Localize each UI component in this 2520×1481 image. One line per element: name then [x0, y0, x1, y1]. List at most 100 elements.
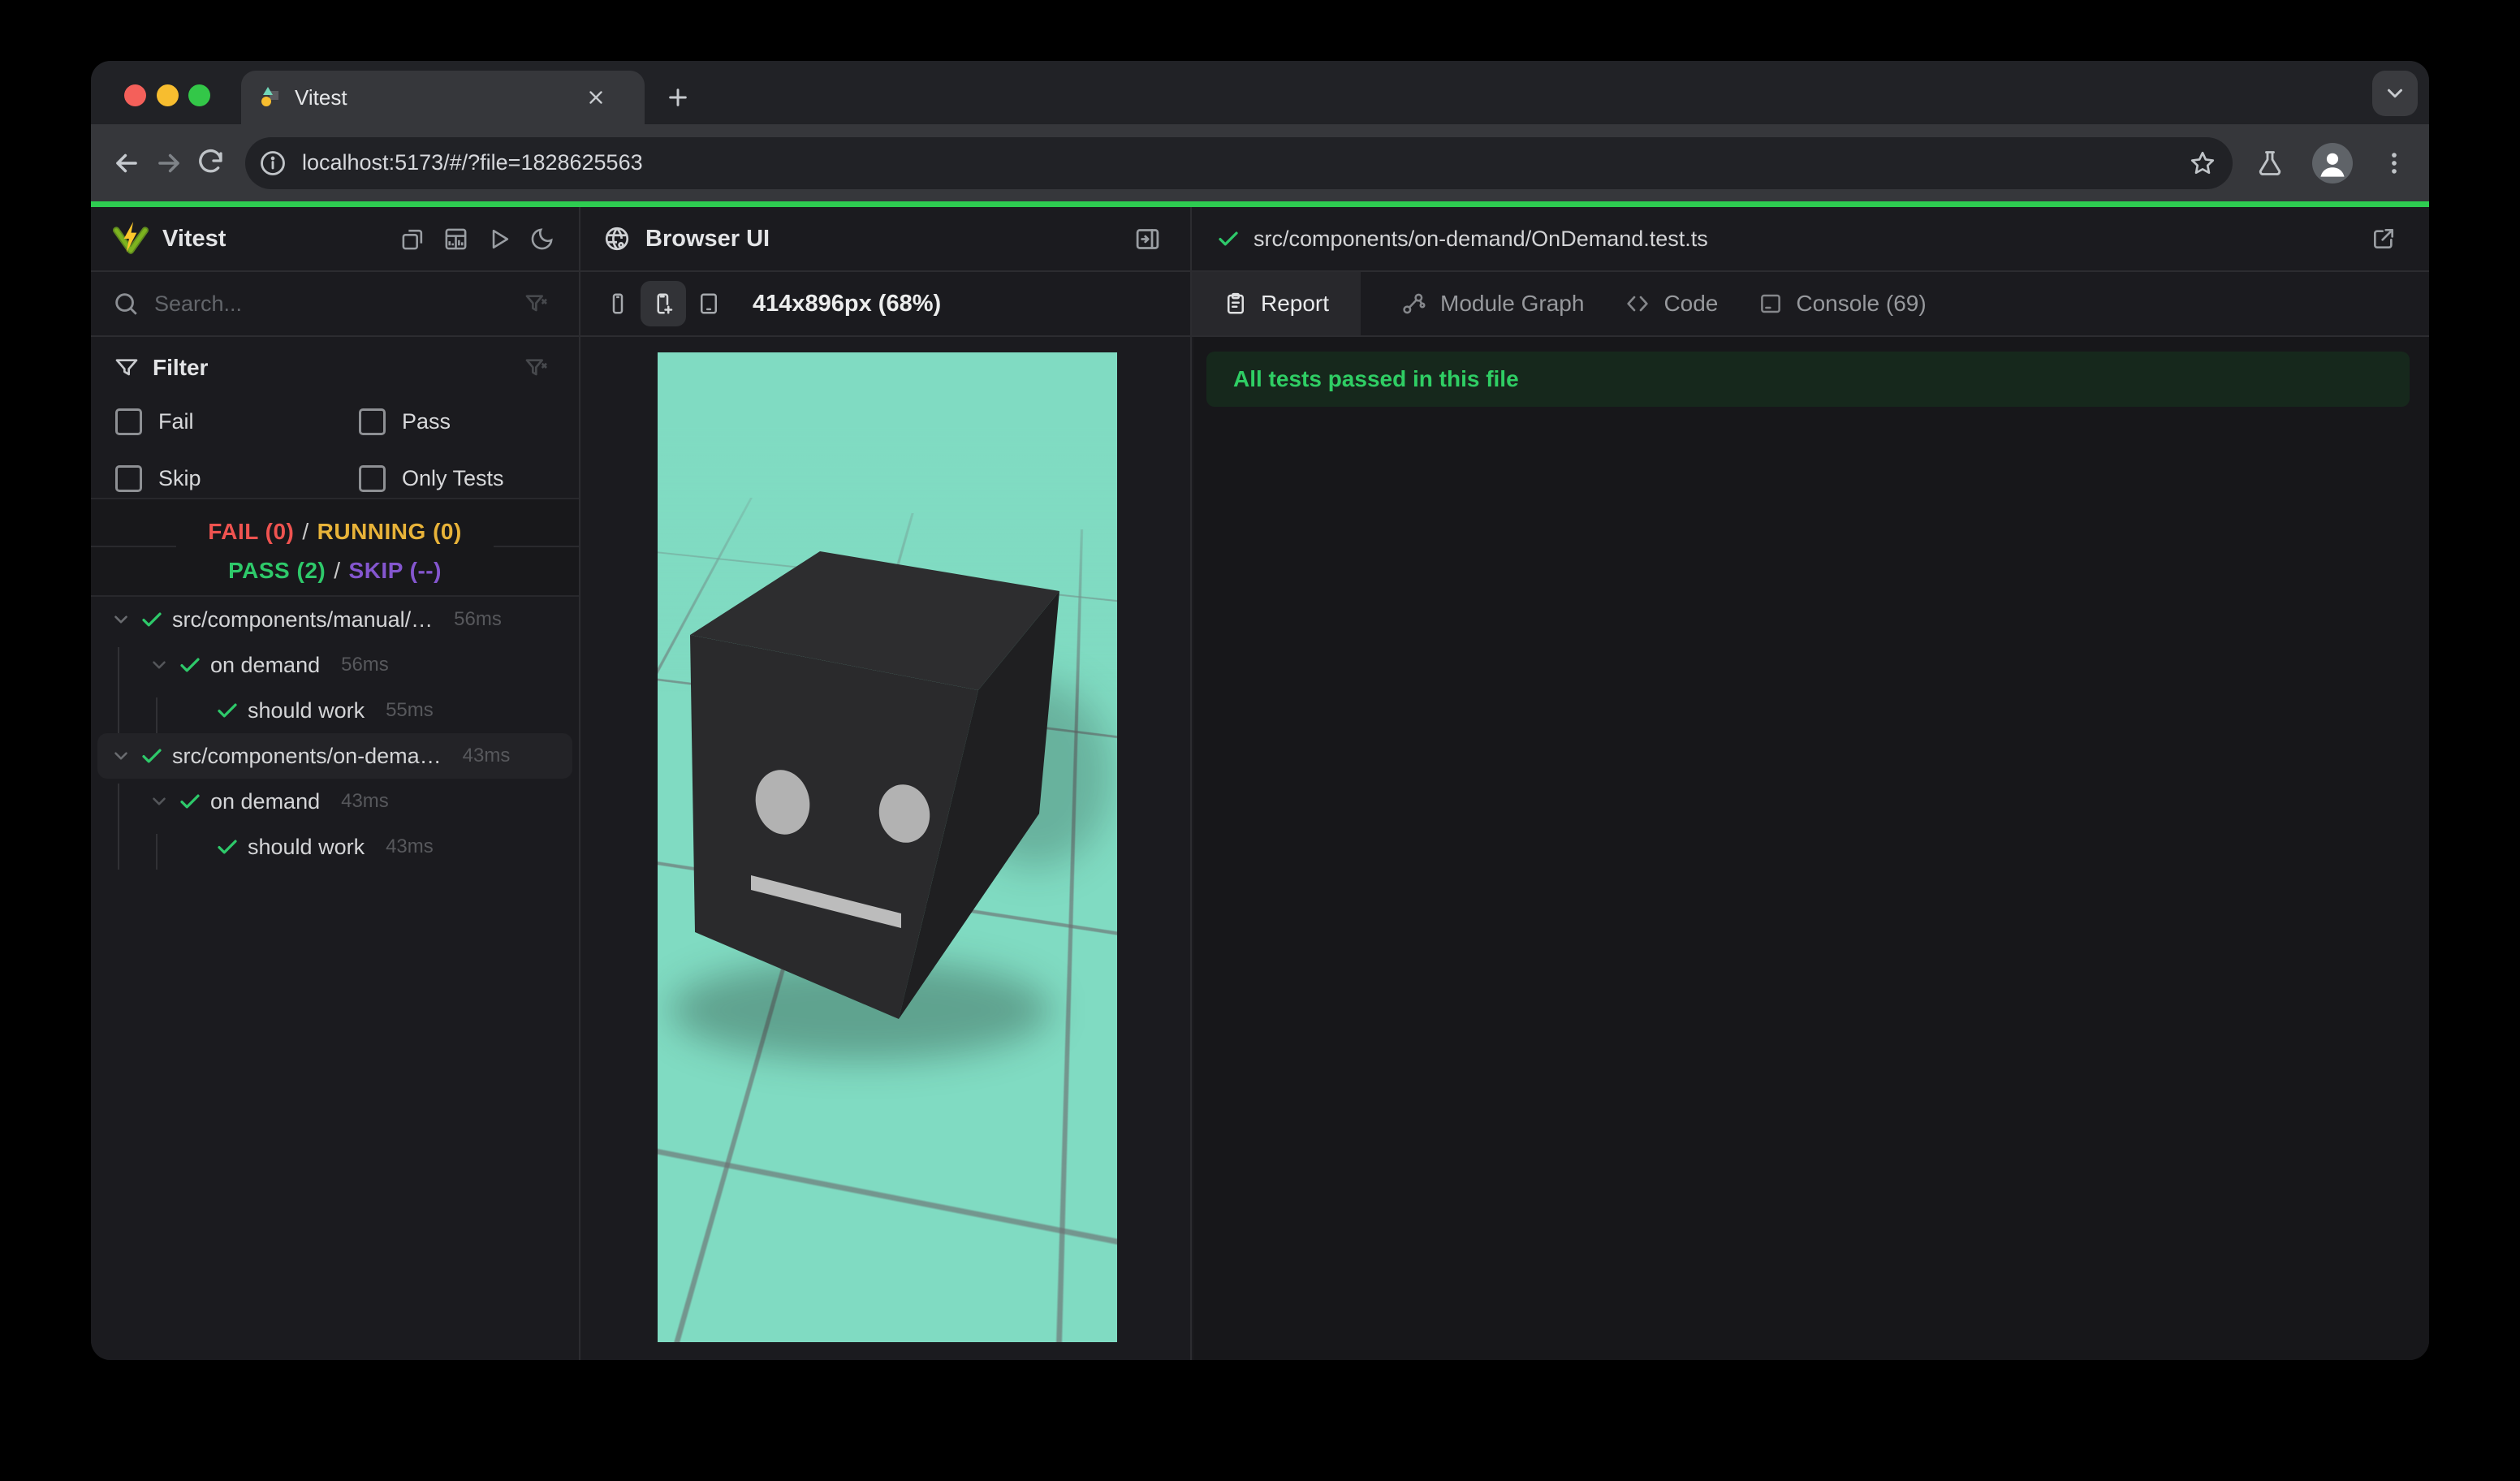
url-text[interactable]: localhost:5173/#/?file=1828625563	[302, 150, 2189, 175]
chevron-down-icon[interactable]	[149, 791, 170, 812]
reload-button[interactable]	[190, 142, 232, 184]
test-duration: 43ms	[386, 835, 434, 857]
test-suite-name: on demand	[210, 652, 321, 677]
check-icon	[178, 653, 202, 677]
chevron-down-icon[interactable]	[110, 609, 132, 630]
tab-title: Vitest	[295, 84, 347, 110]
vitest-favicon-icon	[261, 87, 278, 106]
device-viewport[interactable]	[658, 352, 1117, 1342]
app-content: Vitest Search... Filter Fail Pass Skip O…	[91, 207, 2429, 1360]
sidebar-app-title: Vitest	[162, 225, 227, 252]
address-bar[interactable]: localhost:5173/#/?file=1828625563	[245, 136, 2233, 189]
clipboard-icon	[1223, 291, 1248, 316]
check-icon	[140, 607, 164, 632]
progress-accent-bar	[91, 201, 2429, 207]
module-graph-icon	[1401, 291, 1427, 317]
report-body: All tests passed in this file	[1193, 337, 2429, 1360]
tab-module-graph[interactable]: Module Graph	[1361, 272, 1584, 335]
tree-row-suite[interactable]: on demand 43ms	[97, 779, 572, 824]
device-phone-plus-button[interactable]	[641, 281, 686, 326]
profile-avatar[interactable]	[2312, 142, 2353, 184]
test-file-name: src/components/manual/…	[172, 607, 434, 632]
skip-count: SKIP (--)	[348, 558, 442, 583]
check-icon	[215, 835, 239, 859]
open-panel-right-icon[interactable]	[1134, 226, 1161, 253]
site-info-icon[interactable]	[258, 149, 287, 178]
dashboard-icon[interactable]	[443, 227, 468, 252]
tab-label: Module Graph	[1440, 291, 1585, 316]
pass-count: PASS (2)	[228, 558, 326, 583]
filter-label[interactable]: Only Tests	[402, 466, 577, 491]
minimize-window-button[interactable]	[157, 84, 179, 106]
new-tab-button[interactable]	[659, 79, 697, 116]
experiments-flask-icon[interactable]	[2255, 149, 2285, 178]
browser-ui-panel: Browser UI 414x896px (68%)	[580, 207, 1190, 1360]
run-tests-play-icon[interactable]	[486, 227, 511, 252]
all-tests-passed-banner: All tests passed in this file	[1206, 352, 2410, 407]
device-tablet-button[interactable]	[686, 281, 731, 326]
tree-row-file-selected[interactable]: src/components/on-dema… 43ms	[97, 733, 572, 779]
stats-separator: /	[302, 519, 309, 544]
external-link-icon[interactable]	[2371, 226, 2397, 252]
test-case-name: should work	[248, 834, 365, 859]
filter-title: Filter	[153, 355, 209, 380]
test-duration: 56ms	[454, 608, 502, 630]
check-icon	[140, 744, 164, 768]
menu-kebab-icon[interactable]	[2380, 149, 2408, 177]
tab-code[interactable]: Code	[1584, 272, 1718, 335]
robot-cube-3d	[670, 551, 1112, 1060]
filter-label[interactable]: Skip	[158, 466, 334, 491]
test-duration: 55ms	[386, 699, 434, 721]
clear-filters-icon[interactable]	[524, 355, 550, 381]
globe-icon	[603, 225, 631, 253]
clear-search-filter-icon[interactable]	[524, 291, 550, 317]
tree-row-suite[interactable]: on demand 56ms	[97, 642, 572, 688]
tab-label: Code	[1663, 291, 1719, 316]
tab-search-button[interactable]	[2372, 71, 2418, 116]
tab-label: Console (69)	[1796, 291, 1927, 316]
running-count: RUNNING (0)	[317, 519, 462, 544]
check-icon	[215, 698, 239, 723]
filter-checkbox-fail[interactable]	[115, 408, 142, 435]
chevron-down-icon[interactable]	[110, 745, 132, 766]
tab-console[interactable]: Console (69)	[1718, 272, 1927, 335]
viewport-size-label: 414x896px (68%)	[753, 290, 942, 317]
device-phone-small-button[interactable]	[595, 281, 641, 326]
fail-count: FAIL (0)	[208, 519, 295, 544]
forward-button[interactable]	[148, 142, 190, 184]
close-tab-icon[interactable]	[581, 83, 611, 112]
browser-panel-title: Browser UI	[645, 225, 770, 252]
filter-label[interactable]: Pass	[402, 409, 577, 434]
tree-row-file[interactable]: src/components/manual/… 56ms	[97, 597, 572, 642]
vitest-sidebar: Vitest Search... Filter Fail Pass Skip O…	[91, 207, 579, 1360]
test-suite-name: on demand	[210, 788, 321, 814]
tree-row-test[interactable]: should work 43ms	[97, 824, 572, 870]
open-file-path: src/components/on-demand/OnDemand.test.t…	[1254, 226, 1708, 251]
file-pass-check-icon	[1216, 227, 1241, 251]
back-button[interactable]	[106, 142, 148, 184]
tab-label: Report	[1260, 291, 1330, 316]
browser-tab[interactable]: Vitest	[241, 71, 645, 124]
maximize-window-button[interactable]	[188, 84, 210, 106]
test-stats-summary: FAIL (0) / RUNNING (0) PASS (2) / SKIP (--)	[91, 498, 579, 597]
filter-checkbox-pass[interactable]	[359, 408, 386, 435]
chevron-down-icon[interactable]	[149, 654, 170, 676]
test-case-name: should work	[248, 697, 365, 723]
tree-row-test[interactable]: should work 55ms	[97, 688, 572, 733]
browser-toolbar: localhost:5173/#/?file=1828625563	[91, 124, 2429, 201]
check-icon	[178, 789, 202, 814]
dark-mode-moon-icon[interactable]	[529, 227, 554, 252]
report-panel: src/components/on-demand/OnDemand.test.t…	[1192, 207, 2429, 1360]
filter-checkbox-skip[interactable]	[115, 464, 142, 492]
stats-separator: /	[334, 558, 341, 583]
close-window-button[interactable]	[124, 84, 146, 106]
browser-window: Vitest localhost:5173/#/?file=1828625563	[91, 61, 2429, 1360]
search-input[interactable]	[153, 290, 464, 317]
filter-checkbox-only-tests[interactable]	[359, 464, 386, 492]
bookmark-star-icon[interactable]	[2189, 149, 2216, 177]
tab-strip: Vitest	[91, 61, 2429, 124]
collapse-panels-icon[interactable]	[400, 227, 425, 252]
search-icon	[112, 290, 140, 317]
tab-report[interactable]: Report	[1192, 272, 1361, 335]
filter-label[interactable]: Fail	[158, 409, 334, 434]
